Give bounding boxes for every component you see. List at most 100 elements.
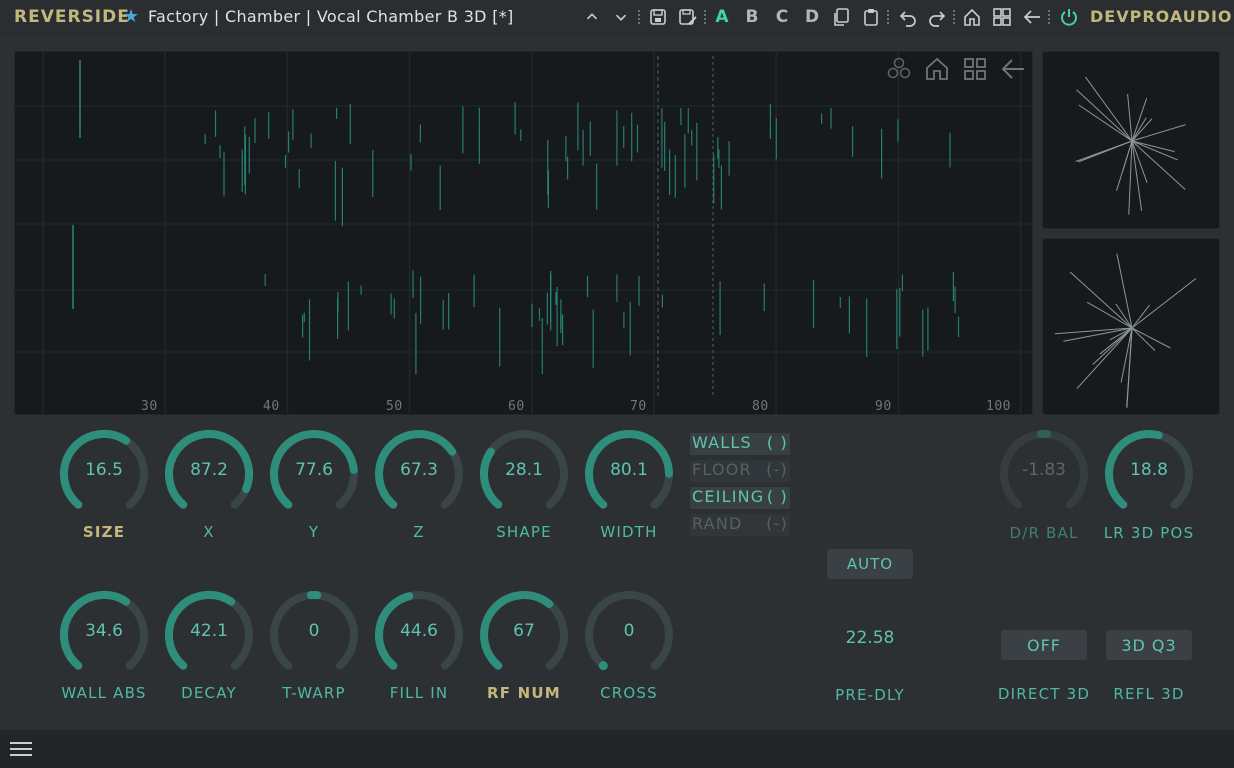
t-warp-value: 0 (308, 621, 320, 641)
dr-bal-value: -1.83 (1022, 460, 1066, 480)
display-grid-icon[interactable] (962, 56, 988, 82)
undo-icon[interactable] (897, 6, 919, 28)
ceiling-label: CEILING (692, 487, 765, 506)
refl-3d-label: REFL 3D (1113, 685, 1185, 703)
impulse-response-display[interactable]: 30 40 50 60 70 80 90 100 (14, 51, 1033, 415)
shape-value: 28.1 (505, 460, 543, 480)
favorite-star-icon[interactable]: ★ (123, 6, 139, 27)
refl-3d-button[interactable]: 3D Q3 (1106, 630, 1192, 660)
decay-value: 42.1 (190, 621, 228, 641)
x-tick-30: 30 (141, 399, 158, 414)
lr-3d-pos-value: 18.8 (1130, 460, 1168, 480)
cross-value: 0 (623, 621, 635, 641)
ceiling-switch[interactable]: CEILING ( ) (690, 487, 790, 509)
x-tick-80: 80 (752, 399, 769, 414)
preset-name[interactable]: Factory | Chamber | Vocal Chamber B 3D [… (148, 7, 514, 26)
reflection-star-top (1042, 51, 1220, 229)
back-arrow-icon[interactable] (1021, 6, 1043, 28)
lr-3d-pos-knob[interactable]: 18.8 (1103, 428, 1195, 520)
ceiling-state: ( ) (766, 487, 788, 506)
width-knob[interactable]: 80.1 (583, 428, 675, 520)
wall-abs-value: 34.6 (85, 621, 123, 641)
save-icon[interactable] (647, 6, 669, 28)
brand-name: REVERSIDE (14, 7, 130, 27)
x-tick-90: 90 (875, 399, 892, 414)
x-label: X (203, 523, 215, 541)
direct-3d-label: DIRECT 3D (997, 685, 1091, 703)
x-value: 87.2 (190, 460, 228, 480)
auto-button[interactable]: AUTO (827, 549, 913, 579)
rf-num-label: RF NUM (487, 684, 561, 702)
walls-state: ( ) (766, 433, 788, 452)
direct-3d-button[interactable]: OFF (1001, 630, 1087, 660)
preset-down-icon[interactable] (612, 6, 630, 28)
rf-num-value: 67 (513, 621, 535, 641)
dr-bal-knob[interactable]: -1.83 (998, 428, 1090, 520)
decay-knob[interactable]: 42.1 (163, 589, 255, 681)
slot-c-button[interactable]: C (773, 6, 791, 28)
size-label: SIZE (82, 523, 126, 541)
x-knob[interactable]: 87.2 (163, 428, 255, 520)
menu-icon[interactable] (10, 742, 32, 758)
shape-knob[interactable]: 28.1 (478, 428, 570, 520)
fill-in-knob[interactable]: 44.6 (373, 589, 465, 681)
copy-icon[interactable] (830, 6, 852, 28)
width-label: WIDTH (600, 523, 658, 541)
size-value: 16.5 (85, 460, 123, 480)
cross-label: CROSS (600, 684, 658, 702)
slot-d-button[interactable]: D (803, 6, 821, 28)
slot-a-button[interactable]: A (713, 6, 731, 28)
slot-b-button[interactable]: B (743, 6, 761, 28)
size-knob[interactable]: 16.5 (58, 428, 150, 520)
pre-delay-value[interactable]: 22.58 (820, 628, 920, 648)
wall-abs-label: WALL ABS (61, 684, 147, 702)
floor-switch[interactable]: FLOOR (-) (690, 460, 790, 482)
reflection-star-bottom (1042, 238, 1220, 415)
ir-graph (15, 52, 1032, 414)
grid-icon[interactable] (991, 6, 1013, 28)
home-icon[interactable] (961, 6, 983, 28)
x-tick-50: 50 (386, 399, 403, 414)
y-knob[interactable]: 77.6 (268, 428, 360, 520)
fill-in-value: 44.6 (400, 621, 438, 641)
width-value: 80.1 (610, 460, 648, 480)
decay-label: DECAY (181, 684, 237, 702)
x-tick-100: 100 (986, 399, 1011, 414)
z-label: Z (413, 523, 425, 541)
lr-3d-pos-label: LR 3D POS (1103, 524, 1195, 542)
save-as-icon[interactable] (676, 6, 700, 28)
cross-knob[interactable]: 0 (583, 589, 675, 681)
preset-up-icon[interactable] (583, 6, 601, 28)
z-value: 67.3 (400, 460, 438, 480)
display-back-arrow-icon[interactable] (1000, 56, 1026, 82)
redo-icon[interactable] (926, 6, 948, 28)
vendor-name: DEVPROAUDIO (1090, 7, 1233, 26)
x-tick-60: 60 (508, 399, 525, 414)
power-icon[interactable] (1057, 6, 1081, 28)
t-warp-label: T-WARP (282, 684, 346, 702)
fill-in-label: FILL IN (389, 684, 449, 702)
z-knob[interactable]: 67.3 (373, 428, 465, 520)
floor-label: FLOOR (692, 460, 752, 479)
dr-bal-label: D/R BAL (1009, 524, 1079, 542)
pre-delay-label: PRE-DLY (835, 686, 905, 704)
rf-num-knob[interactable]: 67 (478, 589, 570, 681)
rand-state: (-) (766, 514, 788, 533)
walls-switch[interactable]: WALLS ( ) (690, 433, 790, 455)
t-warp-knob[interactable]: 0 (268, 589, 360, 681)
x-tick-70: 70 (630, 399, 647, 414)
y-label: Y (308, 523, 320, 541)
x-tick-40: 40 (263, 399, 280, 414)
rand-label: RAND (692, 514, 743, 533)
shape-label: SHAPE (496, 523, 552, 541)
top-bar: REVERSIDE ★ Factory | Chamber | Vocal Ch… (0, 0, 1234, 36)
display-home-icon[interactable] (924, 56, 950, 82)
rand-switch[interactable]: RAND (-) (690, 514, 790, 536)
walls-label: WALLS (692, 433, 752, 452)
y-value: 77.6 (295, 460, 333, 480)
floor-state: (-) (766, 460, 788, 479)
paste-icon[interactable] (860, 6, 882, 28)
wall-abs-knob[interactable]: 34.6 (58, 589, 150, 681)
bottom-bar (0, 730, 1234, 768)
circles-icon[interactable] (886, 56, 912, 82)
